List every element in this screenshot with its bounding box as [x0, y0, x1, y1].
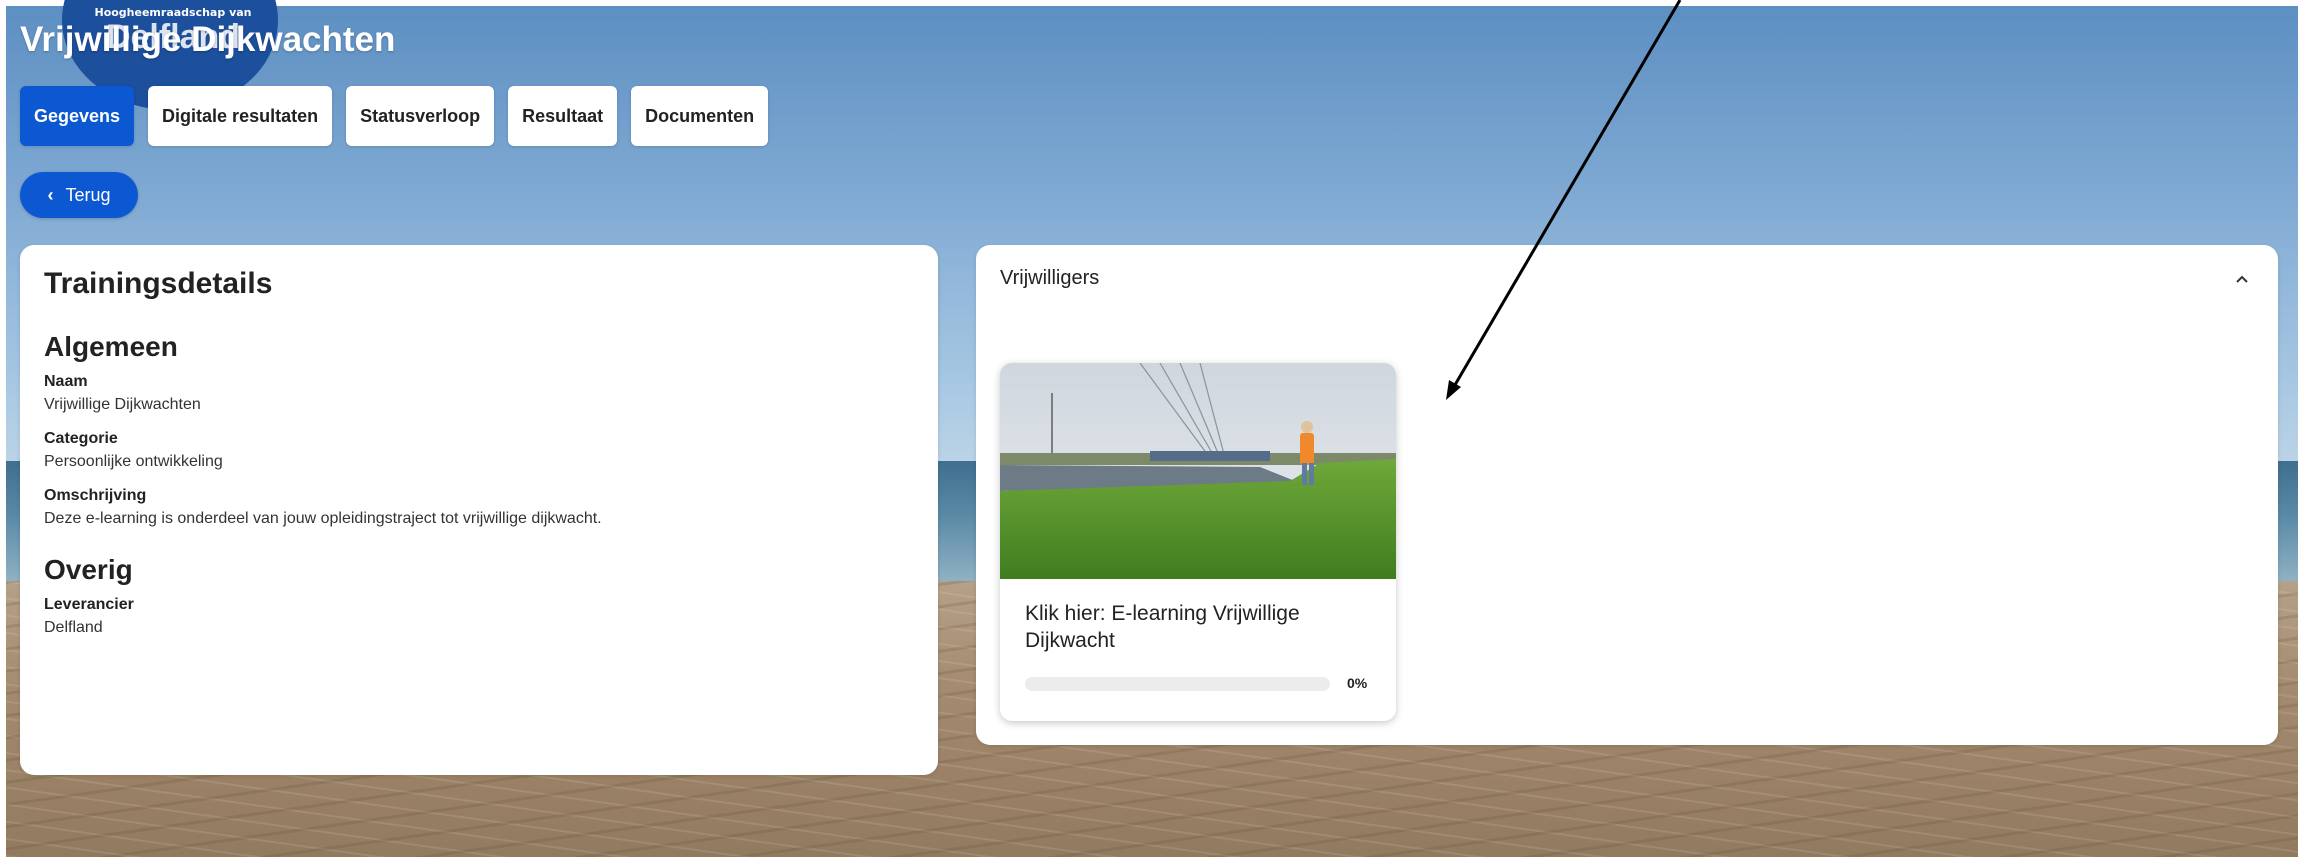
course-image	[1000, 363, 1396, 579]
field-category: Categorie Persoonlijke ontwikkeling	[44, 430, 914, 471]
tab-digitale-resultaten[interactable]: Digitale resultaten	[148, 86, 333, 146]
course-tile[interactable]: Klik hier: E-learning Vrijwillige Dijkwa…	[1000, 363, 1396, 721]
field-category-label: Categorie	[44, 430, 118, 447]
field-category-value: Persoonlijke ontwikkeling	[44, 453, 223, 470]
field-description: Omschrijving Deze e-learning is onderdee…	[44, 487, 914, 528]
chevron-up-icon	[2236, 275, 2248, 283]
back-button-label: Terug	[65, 184, 111, 205]
tab-statusverloop[interactable]: Statusverloop	[346, 86, 495, 146]
section-other-title: Overig	[44, 554, 133, 585]
back-button[interactable]: ‹ Terug	[20, 172, 138, 218]
field-supplier-value: Delfland	[44, 619, 103, 636]
tab-bar: Gegevens Digitale resultaten Statusverlo…	[20, 86, 769, 146]
field-description-label: Omschrijving	[44, 487, 147, 504]
course-progress-bar	[1025, 677, 1330, 691]
tab-gegevens[interactable]: Gegevens	[20, 86, 135, 146]
training-details-card: Trainingsdetails Algemeen Naam Vrijwilli…	[20, 245, 938, 775]
course-title: Klik hier: E-learning Vrijwillige Dijkwa…	[1025, 602, 1300, 652]
field-name-value: Vrijwillige Dijkwachten	[44, 396, 201, 413]
chevron-left-icon: ‹	[47, 184, 54, 205]
field-name-label: Naam	[44, 373, 88, 390]
collapse-button[interactable]	[2230, 267, 2254, 291]
field-supplier: Leverancier Delfland	[44, 596, 914, 637]
tab-documenten[interactable]: Documenten	[631, 86, 769, 146]
field-supplier-label: Leverancier	[44, 596, 134, 613]
volunteers-card: Vrijwilligers Klik hier: E-learning Vrij…	[976, 245, 2278, 745]
volunteers-title: Vrijwilligers	[1000, 267, 1100, 289]
course-progress-label: 0%	[1347, 675, 1368, 691]
tab-resultaat[interactable]: Resultaat	[508, 86, 618, 146]
section-general-title: Algemeen	[44, 331, 178, 362]
training-details-title: Trainingsdetails	[44, 267, 273, 300]
field-description-value: Deze e-learning is onderdeel van jouw op…	[44, 510, 602, 527]
page-title: Vrijwillige Dijkwachten	[20, 20, 396, 59]
field-name: Naam Vrijwillige Dijkwachten	[44, 373, 914, 414]
